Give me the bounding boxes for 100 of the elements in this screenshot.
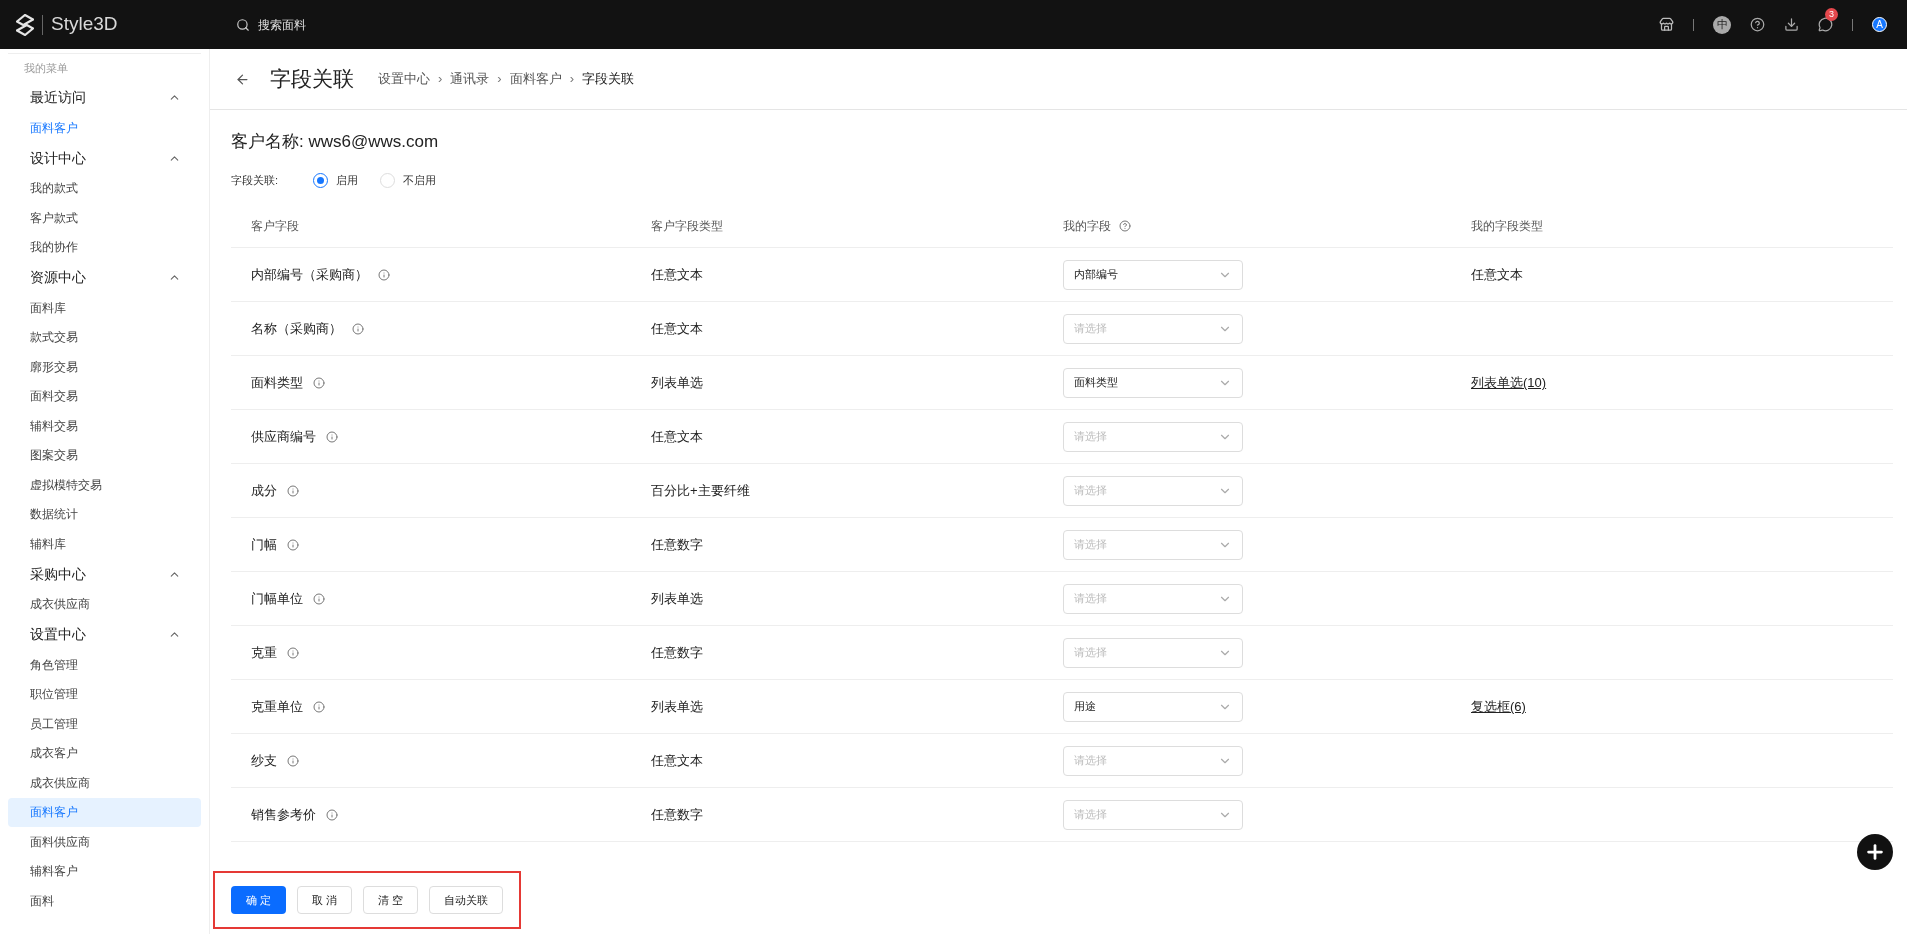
column-header: 我的字段 [1063,217,1111,235]
menu-item[interactable]: 成衣供应商 [8,768,201,798]
plus-icon [1864,841,1886,863]
select-field[interactable]: 内部编号 [1063,259,1243,290]
menu-item[interactable]: 我的款式 [8,173,201,203]
info-icon [287,484,299,497]
logo-text: Style3D [51,12,118,37]
table-cell: 任意数字 [651,536,703,552]
table-cell: 列表单选 [651,590,703,606]
user-avatar[interactable]: A [1872,17,1887,32]
menu-item[interactable]: 面料客户 [8,797,201,827]
table-cell-text: 克重单位 [251,697,303,716]
info-icon [326,430,338,443]
table-cell-text: 纱支 [251,751,277,770]
radio-option[interactable]: 不启用 [380,171,436,189]
table-cell-text: 供应商编号 [251,427,316,446]
info-icon [313,376,325,389]
table-cell: 任意文本 [651,428,703,444]
action-button[interactable]: 清 空 [363,886,419,914]
menu-item[interactable]: 员工管理 [8,709,201,739]
search-icon [236,17,250,32]
breadcrumb-link[interactable]: 设置中心 [378,69,430,89]
menu-heading: 我的菜单 [23,60,69,76]
table-cell-text: 面料类型 [251,373,303,392]
table-cell: 任意文本 [651,266,703,282]
menu-group[interactable]: 资源中心 [8,262,201,293]
menu-group[interactable]: 采购中心 [8,558,201,590]
menu-group[interactable]: 最近访问 [8,82,201,113]
info-icon [352,322,364,335]
table-cell: 任意文本 [651,320,703,336]
info-icon [287,646,299,659]
breadcrumb-link[interactable]: 通讯录 [450,69,490,89]
breadcrumb-separator: › [438,70,443,89]
menu-item[interactable]: 我的协作 [8,232,201,262]
breadcrumb-separator: › [569,70,575,89]
breadcrumb-separator: › [497,70,502,89]
menu-item[interactable]: 辅料库 [8,529,201,559]
field-type-link[interactable]: 复选框(6) [1471,698,1526,714]
page-title: 字段关联 [270,66,354,93]
notification-badge: 3 [1825,8,1838,21]
customer-name: 客户名称: wws6@wws.com [231,131,440,154]
menu-item[interactable]: 面料供应商 [8,827,201,857]
language-icon[interactable]: 中 [1713,15,1731,34]
menu-item[interactable]: 面料客户 [8,113,201,143]
menu-item[interactable]: 角色管理 [8,650,201,680]
table-cell-text: 门幅 [251,535,277,554]
table-cell: 百分比+主要纤维 [651,482,750,498]
action-button[interactable]: 取 消 [297,886,353,914]
menu-item[interactable]: 虚拟模特交易 [8,470,201,500]
info-icon [378,268,390,281]
action-button[interactable]: 自动关联 [429,886,504,914]
select-field[interactable]: 面料类型 [1063,367,1243,398]
menu-group[interactable]: 设置中心 [8,619,201,650]
table-cell: 列表单选 [651,698,703,714]
menu-item[interactable]: 面料交易 [8,381,201,411]
menu-item[interactable]: 职位管理 [8,679,201,709]
menu-item[interactable]: 面料 [8,886,201,916]
download-icon[interactable] [1784,17,1799,32]
menu-group[interactable]: 设计中心 [8,142,201,174]
help-icon[interactable] [1750,17,1765,32]
field-label: 字段关联: [231,172,280,188]
table-cell: 列表单选 [651,374,703,390]
breadcrumb-link[interactable]: 面料客户 [509,69,562,89]
table-cell: 任意文本 [1471,266,1523,282]
info-icon [287,538,299,551]
column-header: 客户字段类型 [651,218,723,233]
message-icon[interactable] [1818,17,1833,32]
table-cell: 任意文本 [651,752,703,768]
menu-item[interactable]: 成衣客户 [8,738,201,768]
info-icon [313,700,325,713]
store-icon[interactable] [1659,17,1674,32]
help-icon [1119,219,1131,232]
menu-item[interactable]: 款式交易 [8,322,201,352]
menu-item[interactable]: 客户款式 [8,203,201,233]
select-field[interactable]: 用途 [1063,691,1243,722]
column-header: 我的字段类型 [1471,218,1543,233]
menu-item[interactable]: 面料库 [8,293,201,323]
table-cell: 任意数字 [651,644,703,660]
menu-item[interactable]: 辅料交易 [8,411,201,441]
radio-option[interactable]: 启用 [313,171,358,189]
menu-item[interactable]: 辅料客户 [8,856,201,886]
menu-item[interactable]: 图案交易 [8,440,201,470]
menu-item[interactable]: 廓形交易 [8,352,201,382]
action-button[interactable]: 确 定 [231,886,286,914]
logo-icon [16,13,34,36]
field-type-link[interactable]: 列表单选(10) [1471,374,1547,390]
table-cell: 任意数字 [651,806,703,822]
table-cell-text: 内部编号（采购商） [251,265,368,284]
menu-item[interactable]: 成衣供应商 [8,589,201,619]
info-icon [287,754,299,767]
table-cell-text: 门幅单位 [251,589,303,608]
table-cell-text: 成分 [251,481,277,500]
column-header: 客户字段 [251,218,299,233]
table-cell-text: 名称（采购商） [251,319,342,338]
info-icon [326,808,338,821]
add-button[interactable] [1857,834,1893,870]
menu-item[interactable]: 数据统计 [8,499,201,529]
info-icon [313,592,325,605]
table-cell-text: 销售参考价 [251,805,316,824]
search-field[interactable]: 搜索面料 [258,15,458,34]
